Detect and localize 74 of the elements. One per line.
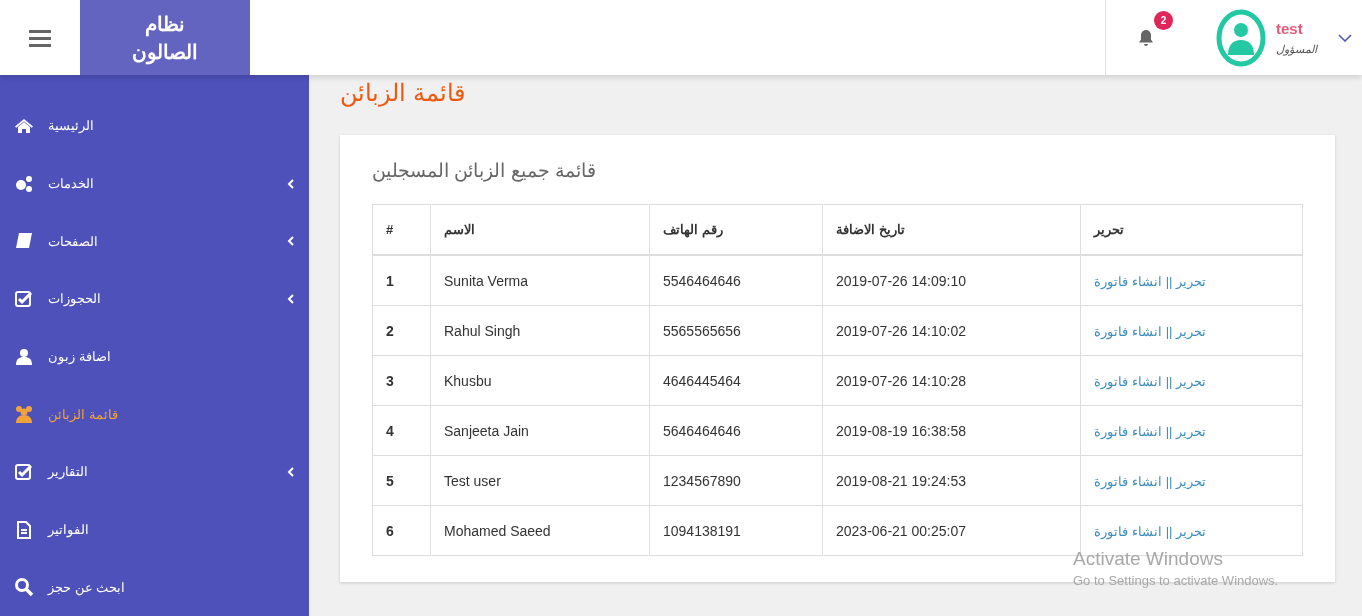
page-title: قائمة الزبائن — [340, 78, 466, 109]
table-cell: 4 — [372, 405, 431, 456]
search-icon — [14, 577, 34, 598]
menu-icon — [29, 28, 51, 47]
table-cell: Khusbu — [430, 355, 650, 406]
column-header: الاسم — [444, 222, 475, 237]
table-cell: 6 — [372, 505, 431, 556]
sidebar-item[interactable]: الرئيسية — [0, 97, 309, 155]
table-cell: 2019-08-19 16:38:58 — [822, 405, 1081, 456]
edit-link[interactable]: تحرير — [1176, 473, 1207, 489]
table-cell: 2019-08-21 19:24:53 — [822, 455, 1081, 506]
table-cell: Sanjeeta Jain — [430, 405, 650, 456]
user-icon — [14, 346, 34, 367]
table-cell: Sunita Verma — [430, 255, 650, 306]
edit-link[interactable]: تحرير — [1176, 273, 1207, 289]
separator: || — [1165, 273, 1173, 289]
table-cell: 1094138191 — [649, 505, 823, 556]
sidebar-item[interactable]: الخدمات — [0, 154, 309, 213]
sidebar-item[interactable]: ابحث عن حجز — [0, 558, 309, 616]
edit-link[interactable]: تحرير — [1176, 523, 1207, 539]
checkbox-icon — [14, 461, 34, 482]
table-cell: 5546464646 — [649, 255, 823, 306]
brand-title: نظام الصالون — [131, 11, 199, 66]
menu-button[interactable] — [0, 0, 80, 75]
column-header: تحرير — [1094, 222, 1124, 237]
notification-button[interactable]: 2 — [1106, 0, 1186, 75]
invoice-link[interactable]: انشاء فاتورة — [1094, 473, 1162, 489]
notification-count: 2 — [1154, 11, 1173, 30]
checkbox-icon — [14, 288, 34, 309]
table-cell: Mohamed Saeed — [430, 505, 650, 556]
table-cell: 2019-07-26 14:10:02 — [822, 305, 1081, 356]
edit-link[interactable]: تحرير — [1176, 423, 1207, 439]
table-cell: 4646445464 — [649, 355, 823, 406]
invoice-link[interactable]: انشاء فاتورة — [1094, 423, 1162, 439]
table-cell: 5646464646 — [649, 405, 823, 456]
table-cell: 5565565656 — [649, 305, 823, 356]
bell-icon — [1137, 28, 1155, 47]
separator: || — [1165, 423, 1173, 439]
activation-notice-text: Go to Settings to activate Windows. — [1073, 573, 1279, 588]
table-cell: 2019-07-26 14:09:10 — [822, 255, 1081, 306]
sidebar-item[interactable]: اضافة زبون — [0, 327, 309, 386]
card-title: قائمة جميع الزبائن المسجلين — [372, 159, 597, 182]
separator: || — [1165, 323, 1173, 339]
table-cell: Test user — [430, 455, 650, 506]
sidebar-item[interactable]: الفواتير — [0, 500, 309, 559]
column-header: رقم الهاتف — [663, 222, 723, 237]
user-name: test — [1276, 19, 1304, 37]
edit-link[interactable]: تحرير — [1176, 323, 1207, 339]
table-cell: 1 — [372, 255, 431, 306]
column-header: # — [386, 222, 394, 237]
table-cell: 1234567890 — [649, 455, 823, 506]
invoice-link[interactable]: انشاء فاتورة — [1094, 323, 1162, 339]
separator: || — [1165, 473, 1173, 489]
user-role: المسؤول — [1276, 42, 1319, 56]
sidebar-item[interactable]: الحجوزات — [0, 270, 309, 328]
sidebar-item[interactable]: قائمة الزبائن — [0, 385, 309, 444]
edit-link[interactable]: تحرير — [1176, 373, 1207, 389]
sidebar-item[interactable]: الصفحات — [0, 212, 309, 270]
sidebar-item[interactable]: التقارير — [0, 443, 309, 501]
separator: || — [1165, 523, 1173, 539]
table-cell: Rahul Singh — [430, 305, 650, 356]
separator: || — [1165, 373, 1173, 389]
table-cell: 2 — [372, 305, 431, 356]
file-icon — [14, 519, 34, 540]
invoice-link[interactable]: انشاء فاتورة — [1094, 273, 1162, 289]
table-cell: 5 — [372, 455, 431, 506]
avatar-icon — [1216, 8, 1266, 67]
table-cell: 2019-07-26 14:10:28 — [822, 355, 1081, 406]
users-icon — [14, 404, 34, 425]
chevron-down-icon — [1338, 33, 1352, 42]
column-header: تاريخ الاضافة — [836, 222, 905, 237]
invoice-link[interactable]: انشاء فاتورة — [1094, 523, 1162, 539]
table-cell: 3 — [372, 355, 431, 406]
invoice-link[interactable]: انشاء فاتورة — [1094, 373, 1162, 389]
